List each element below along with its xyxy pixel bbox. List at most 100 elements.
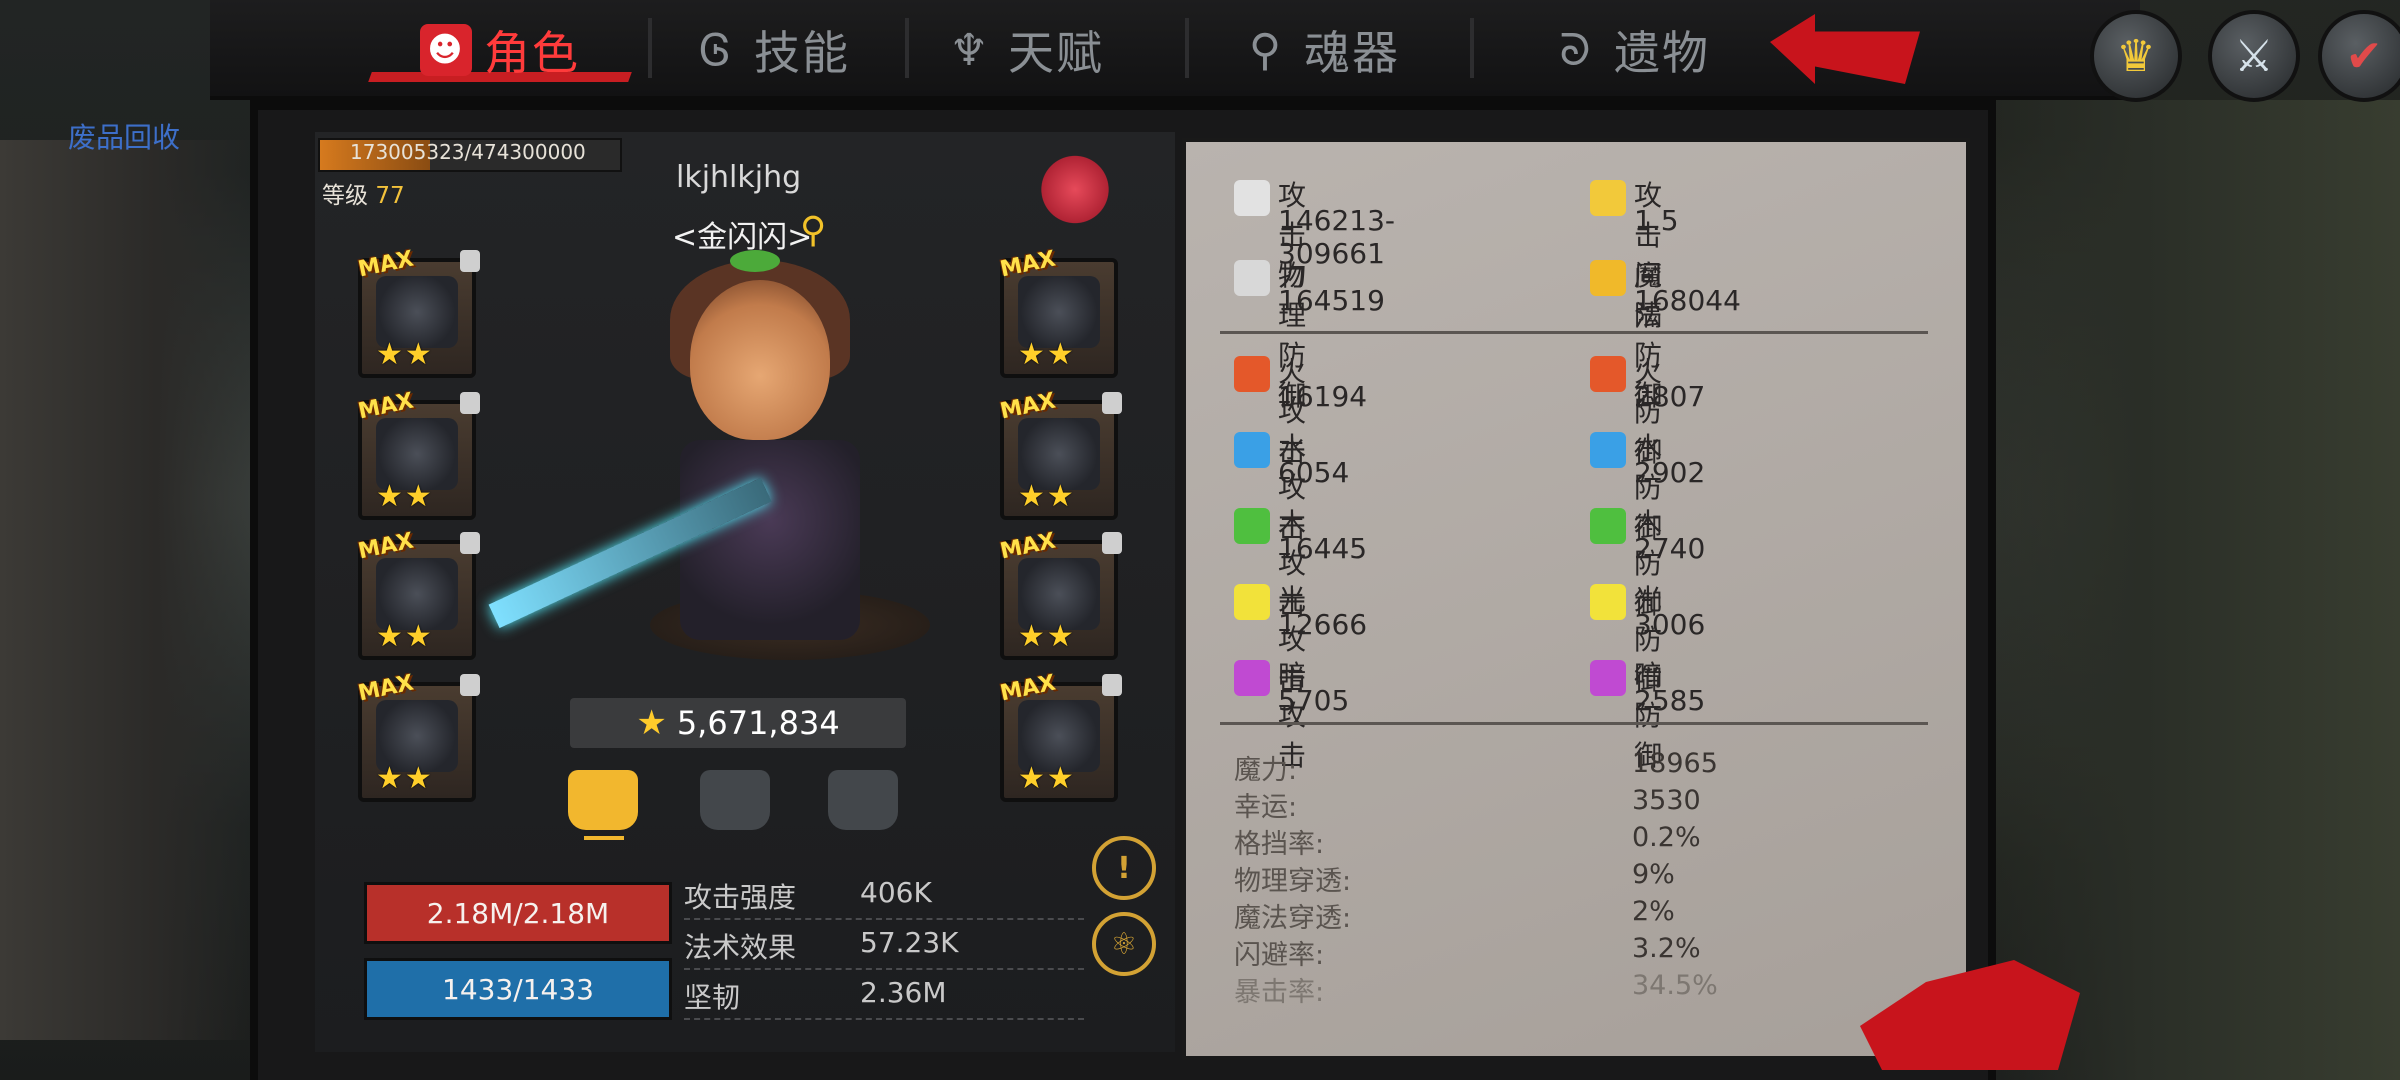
- stat-value: 168044: [1634, 284, 1741, 317]
- tab-separator: [905, 18, 909, 78]
- item-stars: ★★: [376, 761, 434, 796]
- leaf-icon: [730, 250, 780, 272]
- tab-relics[interactable]: ᘐ 遗物: [1550, 10, 1710, 90]
- hint-button[interactable]: !: [1092, 836, 1156, 900]
- equip-slot-leggings[interactable]: MAX ★★: [998, 528, 1122, 660]
- right-background-decor: [1970, 100, 2400, 1080]
- combat-power: ★ 5,671,834: [570, 698, 906, 748]
- extra-stat-physical-penetration: 物理穿透: 9%: [1234, 859, 1934, 897]
- equip-slot-armor[interactable]: MAX ★★: [998, 388, 1122, 520]
- tab-character-label: 角色: [484, 26, 580, 80]
- light-defense-icon: [1590, 584, 1626, 620]
- relic-spiral-icon: ᘐ: [1559, 24, 1593, 76]
- extra-stat-label: 格挡率:: [1234, 829, 1325, 860]
- hero-head: [690, 280, 830, 440]
- lightning-sword-icon: [1590, 180, 1626, 216]
- mp-bar: 1433/1433: [364, 958, 672, 1020]
- extra-stat-label: 暴击率:: [1234, 977, 1325, 1008]
- fire-defense-icon: [1590, 356, 1626, 392]
- tab-soul-vessel[interactable]: ⚲ 魂器: [1240, 10, 1400, 90]
- level-value: 77: [375, 183, 405, 209]
- wood-defense-icon: [1590, 508, 1626, 544]
- outfit-set-1-icon[interactable]: [568, 770, 638, 830]
- mini-stat-label: 法术效果: [684, 931, 797, 964]
- extra-stat-dodge-rate: 闪避率: 3.2%: [1234, 933, 1934, 971]
- tab-soul-vessel-label: 魂器: [1304, 26, 1400, 80]
- extra-stat-label: 幸运:: [1234, 792, 1298, 823]
- stat-value: 2585: [1634, 684, 1706, 717]
- tab-separator: [1470, 18, 1474, 78]
- water-defense-icon: [1590, 432, 1626, 468]
- mini-stat-row: 攻击强度 406K: [684, 870, 1084, 920]
- crown-chest-icon[interactable]: ♛: [2090, 10, 2182, 102]
- demon-face-icon: ☻: [420, 24, 472, 76]
- tab-character[interactable]: ☻ 角色: [420, 10, 580, 90]
- recycle-link[interactable]: 废品回收: [68, 116, 180, 156]
- stat-value: 16445: [1278, 532, 1368, 565]
- lock-icon: [1102, 532, 1122, 554]
- equip-slot-amulet[interactable]: MAX ★★: [998, 670, 1122, 802]
- talent-flame-icon: ♆: [949, 24, 991, 76]
- mini-stat-value: 406K: [860, 876, 932, 909]
- sword-shield-icon[interactable]: ⚔: [2208, 10, 2300, 102]
- left-background-decor: [0, 140, 260, 1040]
- item-stars: ★★: [1018, 761, 1076, 796]
- skill-swirl-icon: Ꮆ: [699, 24, 733, 76]
- extra-stat-label: 闪避率:: [1234, 940, 1325, 971]
- equip-slot-boots[interactable]: MAX ★★: [356, 670, 480, 802]
- divider: [1220, 331, 1928, 334]
- lock-icon: [1102, 674, 1122, 696]
- item-stars: ★★: [1018, 479, 1076, 514]
- tab-relics-label: 遗物: [1614, 26, 1710, 80]
- equip-slot-weapon[interactable]: MAX ★★: [356, 528, 480, 660]
- hero-character: [488, 240, 1000, 660]
- equip-slot-shoulder[interactable]: MAX ★★: [998, 246, 1118, 378]
- hp-bar: 2.18M/2.18M: [364, 882, 672, 944]
- outfit-selected-indicator: [584, 836, 624, 840]
- extra-stat-crit-rate: 暴击率: 34.5%: [1234, 970, 1934, 1008]
- dark-defense-icon: [1590, 660, 1626, 696]
- extra-stat-value: 3.2%: [1632, 933, 1701, 964]
- lock-icon: [460, 532, 480, 554]
- magic-shield-icon: [1590, 260, 1626, 296]
- extra-stat-value: 18965: [1632, 748, 1718, 779]
- divider: [1220, 722, 1928, 725]
- mini-stat-label: 攻击强度: [684, 881, 797, 914]
- stat-value: 5705: [1278, 684, 1350, 717]
- equip-slot-gloves[interactable]: MAX ★★: [356, 388, 480, 520]
- physical-shield-icon: [1234, 260, 1270, 296]
- tab-skills-label: 技能: [754, 26, 850, 80]
- extra-stat-value: 9%: [1632, 859, 1675, 890]
- stat-value: 16194: [1278, 380, 1368, 413]
- item-stars: ★★: [376, 479, 434, 514]
- extra-stat-luck: 幸运: 3530: [1234, 785, 1934, 823]
- extra-stat-magic-power: 魔力: 18965: [1234, 748, 1934, 786]
- soul-gem-icon: ⚲: [1248, 24, 1284, 76]
- level-display: 等级 77: [322, 176, 405, 210]
- extra-stat-value: 0.2%: [1632, 822, 1701, 853]
- dark-attack-icon: [1234, 660, 1270, 696]
- extra-stat-label: 魔法穿透:: [1234, 903, 1352, 934]
- mini-stat-value: 57.23K: [860, 926, 959, 959]
- tab-talents-label: 天赋: [1008, 26, 1104, 80]
- water-attack-icon: [1234, 432, 1270, 468]
- hero-body: [680, 440, 860, 640]
- equip-slot-hat[interactable]: MAX ★★: [356, 246, 480, 378]
- outfit-set-2-icon[interactable]: [700, 770, 770, 830]
- potion-icon[interactable]: [1040, 140, 1110, 230]
- calendar-check-icon[interactable]: ✔: [2318, 10, 2400, 102]
- tab-skills[interactable]: Ꮆ 技能: [690, 10, 850, 90]
- orbit-button[interactable]: ⚛: [1092, 912, 1156, 976]
- star-icon: ★: [636, 703, 667, 743]
- item-stars: ★★: [376, 337, 434, 372]
- stat-value: 12666: [1278, 608, 1368, 641]
- combat-power-value: 5,671,834: [676, 704, 840, 742]
- outfit-set-3-icon[interactable]: [828, 770, 898, 830]
- mini-stat-label: 坚韧: [684, 981, 741, 1014]
- level-label: 等级: [322, 183, 368, 209]
- sword-icon: [1234, 180, 1270, 216]
- lock-icon: [460, 674, 480, 696]
- tab-talents[interactable]: ♆ 天赋: [944, 10, 1104, 90]
- player-name: lkjhlkjhg: [676, 160, 802, 195]
- stat-value: 164519: [1278, 284, 1385, 317]
